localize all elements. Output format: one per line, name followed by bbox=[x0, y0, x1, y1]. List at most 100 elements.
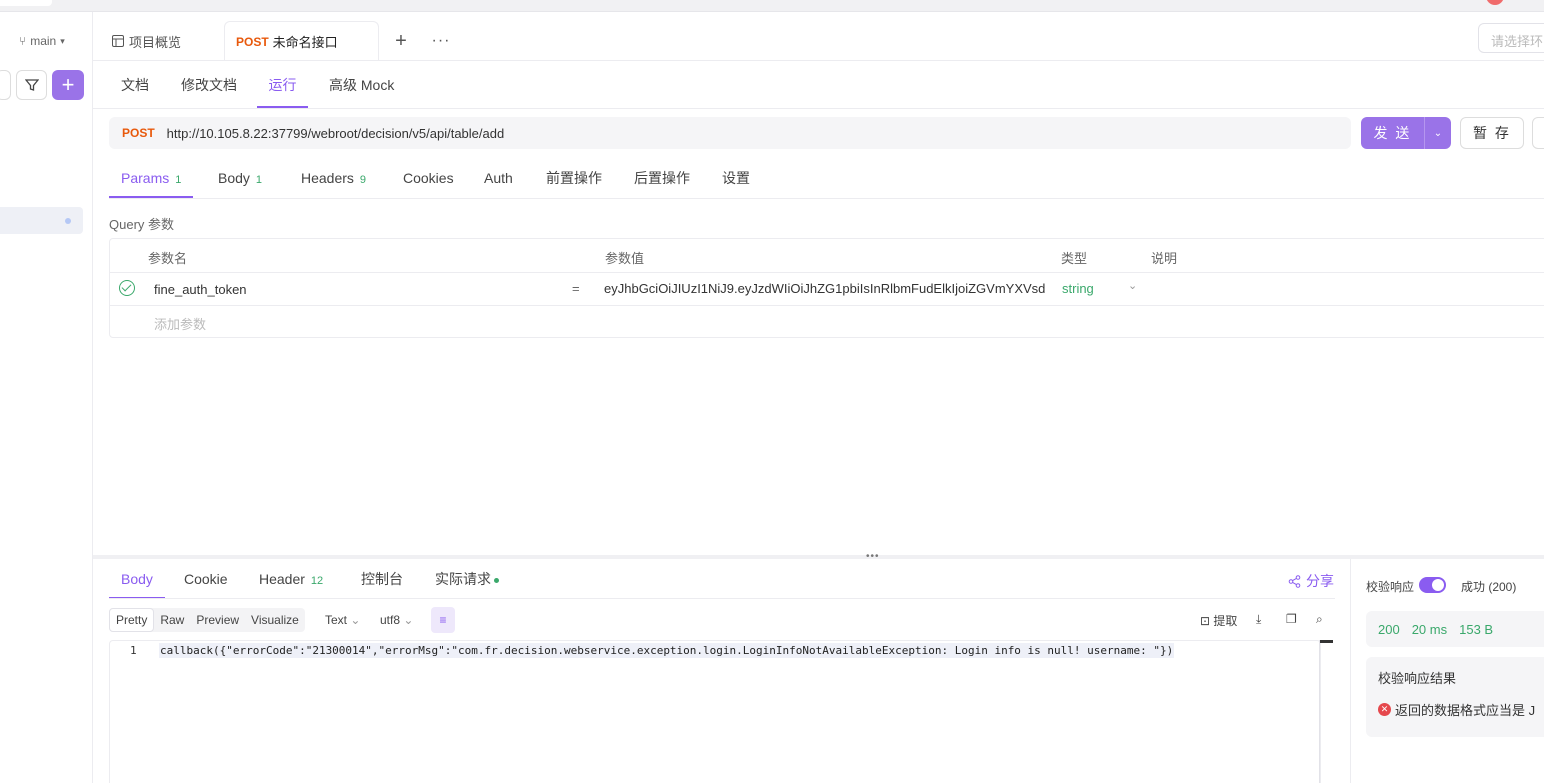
tab-label: Headers bbox=[301, 170, 354, 186]
response-body-editor[interactable]: 1 callback({"errorCode":"21300014","erro… bbox=[109, 640, 1321, 783]
tab-overview[interactable]: 项目概览 bbox=[112, 21, 181, 61]
encoding-value: utf8 bbox=[380, 613, 401, 627]
tab-pre-actions[interactable]: 前置操作 bbox=[534, 158, 614, 198]
window-control[interactable] bbox=[0, 0, 52, 6]
encoding-select[interactable]: utf8 ⌄ bbox=[380, 613, 413, 627]
query-params-label: Query 参数 bbox=[109, 217, 175, 232]
branch-label: main bbox=[30, 34, 57, 48]
subtab-advanced-mock[interactable]: 高级 Mock bbox=[329, 62, 394, 108]
divider bbox=[93, 60, 1544, 61]
download-icon[interactable]: ⤓ bbox=[1256, 612, 1261, 627]
divider bbox=[93, 108, 1544, 109]
param-enabled-checkbox[interactable] bbox=[119, 280, 135, 296]
validate-response-toggle[interactable] bbox=[1419, 577, 1446, 593]
response-tab-header[interactable]: Header 12 bbox=[247, 563, 335, 599]
extract-button[interactable]: ⊡ 提取 bbox=[1200, 612, 1237, 629]
more-tabs-button[interactable]: ··· bbox=[432, 21, 450, 61]
tab-post-actions[interactable]: 后置操作 bbox=[622, 158, 702, 198]
format-switcher: Pretty Raw Preview Visualize bbox=[109, 608, 305, 632]
send-button[interactable]: 发 送 ⌄ bbox=[1361, 117, 1451, 149]
more-actions-button[interactable] bbox=[1532, 117, 1544, 149]
header-param-desc: 说明 bbox=[1151, 251, 1178, 266]
filter-button[interactable] bbox=[16, 70, 47, 100]
branch-selector[interactable]: ⑂ main ▾ bbox=[19, 34, 65, 48]
search-input[interactable] bbox=[0, 70, 11, 100]
format-raw[interactable]: Raw bbox=[154, 608, 190, 632]
layout-icon bbox=[112, 35, 124, 47]
response-tab-console[interactable]: 控制台 bbox=[349, 563, 415, 599]
chevron-down-icon: ⌄ bbox=[350, 613, 361, 627]
extract-icon: ⊡ bbox=[1200, 614, 1211, 628]
new-tab-button[interactable]: + bbox=[392, 21, 410, 61]
line-number: 1 bbox=[130, 644, 137, 657]
add-param-input[interactable]: 添加参数 bbox=[154, 314, 206, 333]
divider bbox=[109, 198, 1544, 199]
equals-sign: = bbox=[572, 281, 580, 296]
url-input[interactable]: http://10.105.8.22:37799/webroot/decisio… bbox=[167, 126, 505, 141]
header-param-name: 参数名 bbox=[148, 251, 188, 266]
tab-label: Params bbox=[121, 170, 170, 186]
tab-params[interactable]: Params 1 bbox=[109, 158, 194, 198]
subtab-docs[interactable]: 文档 bbox=[121, 62, 149, 108]
drag-handle-icon[interactable]: ••• bbox=[866, 551, 880, 562]
chevron-down-icon: ⌄ bbox=[403, 613, 414, 627]
tab-auth[interactable]: Auth bbox=[472, 158, 525, 198]
param-name-input[interactable]: fine_auth_token bbox=[154, 282, 247, 297]
format-pretty[interactable]: Pretty bbox=[109, 608, 155, 632]
response-tab-body[interactable]: Body bbox=[109, 563, 165, 599]
status-code: 200 bbox=[1378, 621, 1400, 637]
tab-body[interactable]: Body 1 bbox=[206, 158, 274, 198]
tab-unnamed-api-label: 未命名接口 bbox=[272, 35, 338, 50]
environment-select[interactable]: 请选择环 bbox=[1478, 23, 1544, 53]
tab-cookies[interactable]: Cookies bbox=[391, 158, 466, 198]
filter-icon bbox=[24, 79, 39, 91]
response-tab-actual-request[interactable]: 实际请求 bbox=[423, 563, 511, 599]
selected-tree-item[interactable] bbox=[0, 207, 83, 234]
header-param-value: 参数值 bbox=[605, 251, 645, 266]
tab-settings[interactable]: 设置 bbox=[710, 158, 762, 198]
param-value-input[interactable]: eyJhbGciOiJIUzI1NiJ9.eyJzdWIiOiJhZG1pbiI… bbox=[604, 281, 1054, 296]
wrap-icon: ≡ bbox=[439, 613, 447, 627]
response-tab-cookie[interactable]: Cookie bbox=[172, 563, 240, 599]
tab-count: 1 bbox=[175, 174, 182, 186]
tab-unnamed-api[interactable]: POST 未命名接口 bbox=[224, 21, 379, 61]
tab-label: Body bbox=[218, 170, 250, 186]
extract-label: 提取 bbox=[1213, 614, 1238, 628]
notification-dot[interactable] bbox=[1486, 0, 1504, 5]
share-icon bbox=[1288, 574, 1301, 588]
param-type-select[interactable]: string bbox=[1062, 281, 1094, 296]
format-preview[interactable]: Preview bbox=[190, 608, 245, 632]
query-params-table: 参数名 参数值 类型 说明 fine_auth_token = eyJhbGci… bbox=[109, 238, 1544, 338]
sidebar: ⑂ main ▾ + bbox=[0, 12, 93, 783]
response-size: 153 B bbox=[1459, 621, 1494, 637]
url-bar[interactable]: POST http://10.105.8.22:37799/webroot/de… bbox=[109, 117, 1351, 149]
editor-scrollbar[interactable] bbox=[1319, 640, 1333, 783]
search-icon[interactable]: ⌕ bbox=[1316, 612, 1323, 627]
tab-count: 1 bbox=[255, 174, 263, 186]
tab-label: 实际请求 bbox=[435, 571, 491, 587]
tab-count: 9 bbox=[359, 174, 367, 186]
branch-icon: ⑂ bbox=[19, 34, 27, 48]
format-visualize[interactable]: Visualize bbox=[245, 608, 305, 632]
word-wrap-button[interactable]: ≡ bbox=[431, 607, 455, 633]
chevron-down-icon[interactable]: ⌄ bbox=[1128, 279, 1137, 292]
response-body-text[interactable]: callback({"errorCode":"21300014","errorM… bbox=[159, 643, 1175, 658]
tab-label: Header bbox=[259, 571, 305, 587]
send-label: 发 送 bbox=[1373, 125, 1412, 141]
tab-count: 12 bbox=[310, 575, 324, 587]
share-button[interactable]: 分享 bbox=[1288, 571, 1334, 591]
copy-icon[interactable]: ❐ bbox=[1286, 612, 1297, 626]
window-top-strip bbox=[0, 0, 1544, 12]
panel-splitter[interactable] bbox=[93, 555, 1544, 559]
text-type-select[interactable]: Text ⌄ bbox=[325, 613, 360, 627]
save-button[interactable]: 暂 存 bbox=[1460, 117, 1524, 149]
method-label[interactable]: POST bbox=[122, 126, 155, 140]
subtab-edit-docs[interactable]: 修改文档 bbox=[181, 62, 237, 108]
header-param-type: 类型 bbox=[1061, 251, 1088, 266]
error-icon: ✕ bbox=[1378, 703, 1391, 716]
tab-headers[interactable]: Headers 9 bbox=[289, 158, 378, 198]
add-button[interactable]: + bbox=[52, 70, 84, 100]
chevron-down-icon[interactable]: ⌄ bbox=[1424, 117, 1451, 149]
subtab-run[interactable]: 运行 bbox=[257, 62, 308, 108]
validation-status-select[interactable]: 成功 (200) bbox=[1461, 578, 1516, 595]
